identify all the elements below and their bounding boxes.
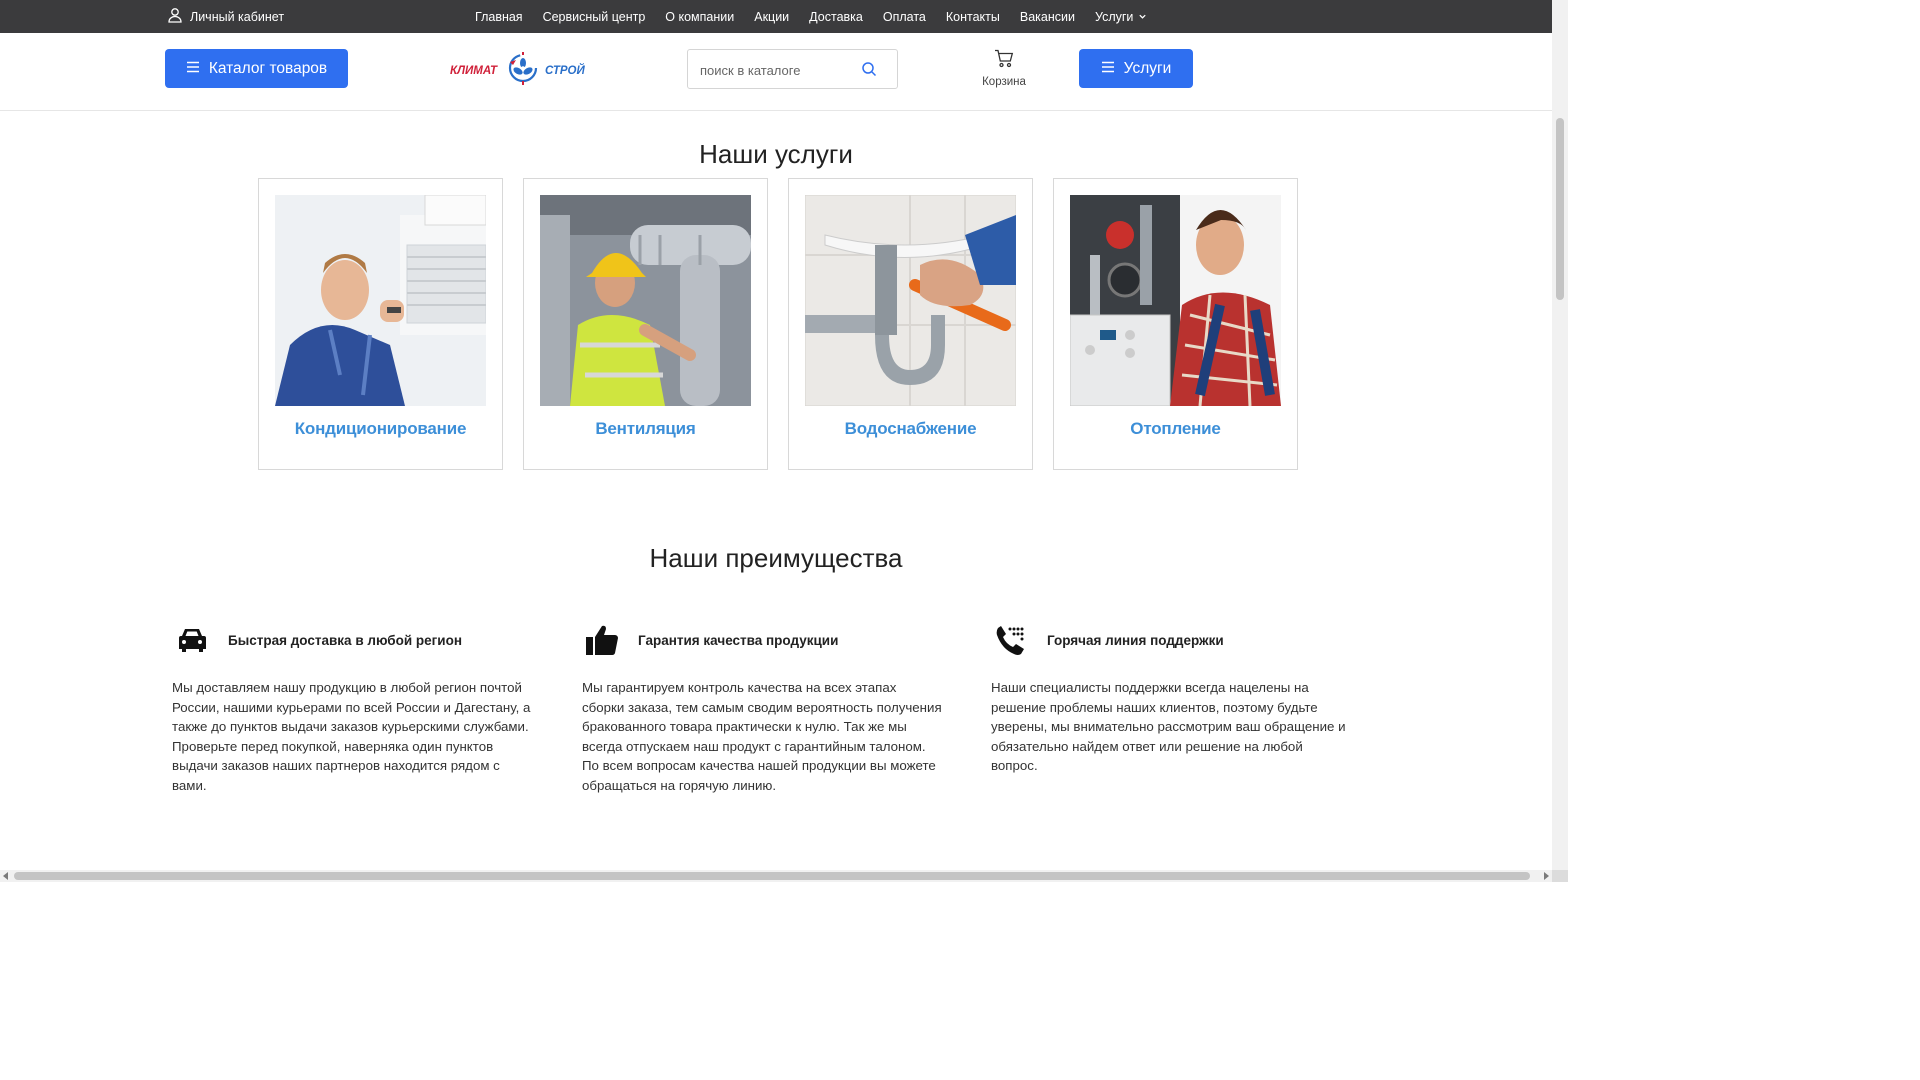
phone-icon — [991, 620, 1031, 660]
service-card-ventilation[interactable]: Вентиляция — [523, 178, 768, 470]
horizontal-scrollbar[interactable] — [0, 870, 1552, 882]
advantage-title: Гарантия качества продукции — [638, 632, 839, 648]
top-bar: Личный кабинет Главная Сервисный центр О… — [0, 0, 1552, 33]
menu-icon — [186, 60, 200, 78]
search-input[interactable] — [700, 59, 850, 81]
logo[interactable]: КЛИМАТ СТРОЙ — [448, 51, 588, 87]
chevron-down-icon — [1138, 10, 1147, 24]
heating-photo — [1070, 195, 1281, 406]
catalog-button-label: Каталог товаров — [208, 59, 328, 77]
services-button[interactable]: Услуги — [1079, 49, 1193, 88]
advantages-heading: Наши преимущества — [649, 543, 903, 573]
advantage-delivery: Быстрая доставка в любой регион Мы доста… — [172, 620, 532, 796]
advantage-title: Быстрая доставка в любой регион — [228, 632, 463, 648]
top-nav: Главная Сервисный центр О компании Акции… — [475, 0, 1167, 33]
scrollbar-corner — [1552, 870, 1568, 882]
scroll-right-icon[interactable] — [1544, 872, 1549, 880]
logo-fan-icon — [508, 52, 538, 85]
cart-icon — [978, 49, 1030, 68]
advantage-text: Наши специалисты поддержки всегда нацеле… — [991, 680, 1346, 774]
nav-services-dropdown[interactable]: Услуги — [1095, 10, 1147, 24]
scroll-left-icon[interactable] — [3, 872, 8, 880]
account-label: Личный кабинет — [190, 9, 285, 24]
nav-promotions[interactable]: Акции — [754, 10, 789, 24]
search-box — [687, 49, 898, 89]
nav-home[interactable]: Главная — [475, 10, 523, 24]
advantage-title: Горячая линия поддержки — [1047, 632, 1224, 648]
advantage-quality: Гарантия качества продукции Мы гарантиру… — [582, 620, 942, 796]
service-card-air-conditioning[interactable]: Кондиционирование — [258, 178, 503, 470]
thumbs-up-icon — [582, 620, 622, 660]
air-conditioning-photo — [275, 195, 486, 406]
service-card-heating[interactable]: Отопление — [1053, 178, 1298, 470]
nav-contacts[interactable]: Контакты — [946, 10, 1000, 24]
advantage-support: Горячая линия поддержки Наши специалисты… — [991, 620, 1351, 776]
search-icon[interactable] — [861, 61, 877, 77]
advantage-text: Мы доставляем нашу продукцию в любой рег… — [172, 680, 531, 793]
services-grid: Кондиционирование Вентиляция Водоснабжен… — [258, 178, 1298, 470]
vertical-scrollbar[interactable] — [1552, 0, 1568, 870]
service-title: Водоснабжение — [844, 419, 977, 438]
logo-text-left: КЛИМАТ — [450, 65, 498, 77]
water-supply-photo — [805, 195, 1016, 406]
logo-text-right: СТРОЙ — [545, 64, 586, 77]
account-link[interactable]: Личный кабинет — [167, 0, 284, 33]
cart-link[interactable]: Корзина — [978, 49, 1030, 91]
nav-about[interactable]: О компании — [665, 10, 734, 24]
nav-services-label: Услуги — [1094, 9, 1134, 24]
service-title: Вентиляция — [595, 419, 696, 438]
service-card-water-supply[interactable]: Водоснабжение — [788, 178, 1033, 470]
nav-vacancies[interactable]: Вакансии — [1020, 10, 1075, 24]
service-title: Отопление — [1130, 419, 1221, 438]
menu-icon — [1101, 60, 1115, 78]
ventilation-photo — [540, 195, 751, 406]
car-icon — [172, 620, 212, 660]
scrollbar-thumb[interactable] — [14, 872, 1530, 880]
user-icon — [167, 7, 183, 26]
nav-delivery[interactable]: Доставка — [809, 10, 863, 24]
service-title: Кондиционирование — [294, 419, 467, 438]
nav-service-center[interactable]: Сервисный центр — [543, 10, 646, 24]
header: Каталог товаров КЛИМАТ СТРОЙ поиск в кат… — [0, 33, 1552, 111]
scrollbar-thumb[interactable] — [1556, 118, 1564, 300]
services-heading: Наши услуги — [699, 139, 853, 169]
services-button-label: Услуги — [1123, 59, 1172, 77]
page: Личный кабинет Главная Сервисный центр О… — [0, 0, 1552, 870]
catalog-button[interactable]: Каталог товаров — [165, 49, 348, 88]
advantage-text: Мы гарантируем контроль качества на всех… — [582, 680, 942, 793]
nav-payment[interactable]: Оплата — [883, 10, 926, 24]
cart-label: Корзина — [982, 76, 1026, 88]
